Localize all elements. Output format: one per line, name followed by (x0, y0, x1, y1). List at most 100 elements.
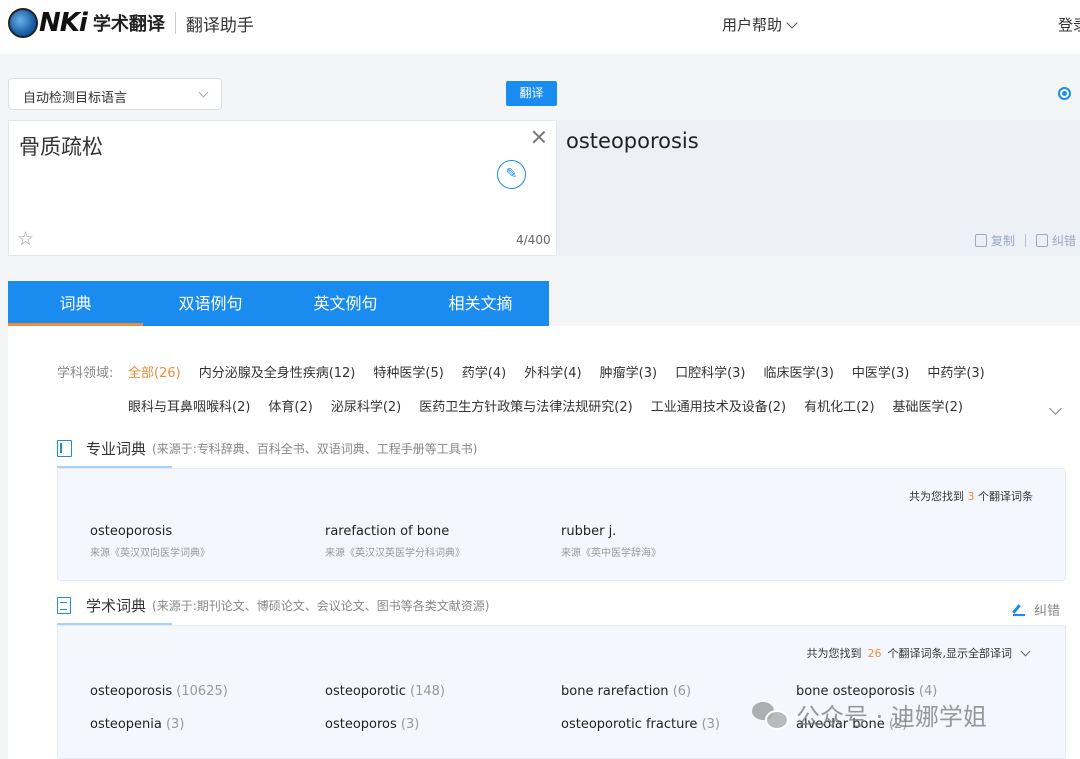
tab-english-examples[interactable]: 英文例句 (278, 281, 413, 326)
subject-filter-item[interactable]: 眼科与耳鼻咽喉科(2) (128, 396, 250, 415)
subject-filter-item[interactable]: 全部(26) (128, 362, 181, 381)
subject-filter-item[interactable]: 外科学(4) (524, 362, 581, 381)
document-icon (57, 597, 71, 614)
subject-filter-item[interactable]: 体育(2) (268, 396, 312, 415)
found-number: 26 (867, 646, 882, 660)
section-title: 学术词典 (86, 597, 147, 615)
user-help-menu[interactable]: 用户帮助 (722, 14, 798, 35)
academic-term[interactable]: osteopenia (3) (90, 717, 184, 732)
tab-bilingual-examples[interactable]: 双语例句 (143, 281, 278, 326)
logo-text: NKi (39, 8, 88, 38)
subject-filter-item[interactable]: 基础医学(2) (893, 396, 963, 415)
magic-wand-icon[interactable]: ✎ (497, 160, 526, 189)
show-all-terms-toggle[interactable]: 共为您找到 26 个翻译词条,显示全部译词 (806, 645, 1031, 661)
subject-filter-item[interactable]: 临床医学(3) (763, 362, 833, 381)
copy-button[interactable]: 复制 (991, 232, 1015, 249)
section-source-note: (来源于:期刊论文、博硕论文、会议论文、图书等各类文献资源) (152, 599, 490, 613)
term-text[interactable]: osteopenia (90, 717, 162, 732)
chevron-down-icon (198, 87, 209, 98)
subject-filter-item[interactable]: 特种医学(5) (373, 362, 443, 381)
academic-dict-panel: 共为您找到 26 个翻译词条,显示全部译词 osteoporosis (1062… (57, 625, 1066, 759)
user-help-label: 用户帮助 (722, 16, 783, 34)
source-text[interactable]: 骨质疏松 (19, 131, 103, 161)
dict-term[interactable]: rarefaction of bone 来源《英汉汉英医学分科词典》 (325, 524, 465, 559)
subject-filter-item[interactable]: 中医学(3) (852, 362, 909, 381)
professional-dict-header: 专业词典 (来源于:专科辞典、百科全书、双语词典、工程手册等工具书) (57, 438, 477, 459)
target-language-select[interactable]: 自动检测目标语言 (8, 78, 222, 110)
close-icon[interactable] (531, 129, 547, 145)
divider (1025, 234, 1027, 247)
term-text[interactable]: osteoporotic fracture (561, 717, 697, 732)
term-text[interactable]: osteoporosis (90, 684, 172, 699)
subject-filter-item[interactable]: 有机化工(2) (804, 396, 874, 415)
result-tabs: 词典 双语例句 英文例句 相关文摘 (8, 281, 549, 326)
found-suffix: 个翻译词条 (978, 490, 1033, 503)
subject-filter-item[interactable]: 工业通用技术及设备(2) (651, 396, 786, 415)
term-text[interactable]: rubber j. (561, 524, 661, 539)
subject-filter-item[interactable]: 泌尿科学(2) (331, 396, 401, 415)
login-link[interactable]: 登录 (1058, 14, 1080, 35)
pencil-icon (1013, 604, 1025, 616)
result-actions: 复制 纠错 (975, 232, 1076, 249)
top-header: NKi 学术翻译 翻译助手 用户帮助 登录 (0, 0, 1080, 54)
mode-radio[interactable] (1058, 87, 1071, 100)
char-counter: 4/400 (516, 233, 551, 247)
wechat-watermark: 公众号 · 迪娜学姐 (752, 697, 987, 732)
correction-icon[interactable] (1036, 234, 1049, 247)
globe-icon (8, 8, 38, 38)
found-number: 3 (967, 490, 975, 503)
translation-result-area: osteoporosis 复制 纠错 (557, 120, 1080, 256)
star-icon[interactable]: ☆ (17, 229, 34, 249)
subject-filter-row-1: 全部(26) 内分泌腺及全身性疾病(12) 特种医学(5) 药学(4) 外科学(… (128, 362, 985, 381)
section-source-note: (来源于:专科辞典、百科全书、双语词典、工程手册等工具书) (152, 442, 478, 456)
academic-term[interactable]: osteoporosis (10625) (90, 684, 228, 699)
term-source: 来源《英汉双向医学词典》 (90, 548, 210, 559)
term-count: (148) (410, 684, 445, 699)
chevron-down-icon (786, 16, 798, 29)
academic-term[interactable]: osteoporotic fracture (3) (561, 717, 720, 732)
subject-filter-item[interactable]: 中药学(3) (927, 362, 984, 381)
academic-feedback-button[interactable]: 纠错 (1013, 600, 1060, 619)
academic-term[interactable]: osteoporos (3) (325, 717, 419, 732)
term-source: 来源《英中医学辞海》 (561, 548, 661, 559)
found-count-text: 共为您找到 3 个翻译词条 (909, 488, 1033, 504)
chevron-down-icon (1020, 646, 1031, 656)
found-prefix: 共为您找到 (909, 490, 964, 503)
subject-label: 学科领域: (57, 366, 114, 381)
term-text[interactable]: osteoporotic (325, 684, 406, 699)
term-text[interactable]: rarefaction of bone (325, 524, 465, 539)
copy-icon[interactable] (975, 234, 987, 247)
term-text[interactable]: osteoporosis (90, 524, 210, 539)
term-count: (3) (165, 717, 185, 732)
tab-related-abstracts[interactable]: 相关文摘 (413, 281, 548, 326)
term-text[interactable]: osteoporos (325, 717, 397, 732)
subject-filter-item[interactable]: 药学(4) (462, 362, 506, 381)
translate-button[interactable]: 翻译 (506, 81, 557, 106)
term-count: (10625) (176, 684, 228, 699)
academic-term[interactable]: osteoporotic (148) (325, 684, 445, 699)
academic-term[interactable]: bone rarefaction (6) (561, 684, 691, 699)
subject-filter-item[interactable]: 内分泌腺及全身性疾病(12) (199, 362, 356, 381)
subject-filter-item[interactable]: 口腔科学(3) (675, 362, 745, 381)
dict-term[interactable]: osteoporosis 来源《英汉双向医学词典》 (90, 524, 210, 559)
subject-filter-item[interactable]: 肿瘤学(3) (600, 362, 657, 381)
correct-button[interactable]: 纠错 (1052, 232, 1076, 249)
subject-filter-row-2: 眼科与耳鼻咽喉科(2) 体育(2) 泌尿科学(2) 医药卫生方针政策与法律法规研… (128, 396, 963, 415)
term-count: (3) (701, 717, 720, 732)
term-source: 来源《英汉汉英医学分科词典》 (325, 548, 465, 559)
logo-divider (174, 12, 176, 34)
app-name: 学术翻译 (92, 14, 165, 35)
professional-dict-panel: 共为您找到 3 个翻译词条 osteoporosis 来源《英汉双向医学词典》 … (57, 468, 1066, 581)
tab-dictionary[interactable]: 词典 (8, 281, 143, 326)
target-language-value: 自动检测目标语言 (23, 91, 128, 106)
term-count: (6) (672, 684, 692, 699)
term-count: (3) (400, 717, 420, 732)
cnki-logo[interactable]: NKi 学术翻译 翻译助手 (8, 8, 254, 38)
watermark-text: 公众号 · 迪娜学姐 (796, 703, 987, 731)
found-prefix: 共为您找到 (806, 647, 862, 660)
source-text-area[interactable]: 骨质疏松 ✎ ☆ 4/400 (8, 120, 557, 256)
app-subtitle: 翻译助手 (185, 15, 254, 36)
term-text[interactable]: bone rarefaction (561, 684, 669, 699)
dict-term[interactable]: rubber j. 来源《英中医学辞海》 (561, 524, 661, 559)
subject-filter-item[interactable]: 医药卫生方针政策与法律法规研究(2) (419, 396, 632, 415)
